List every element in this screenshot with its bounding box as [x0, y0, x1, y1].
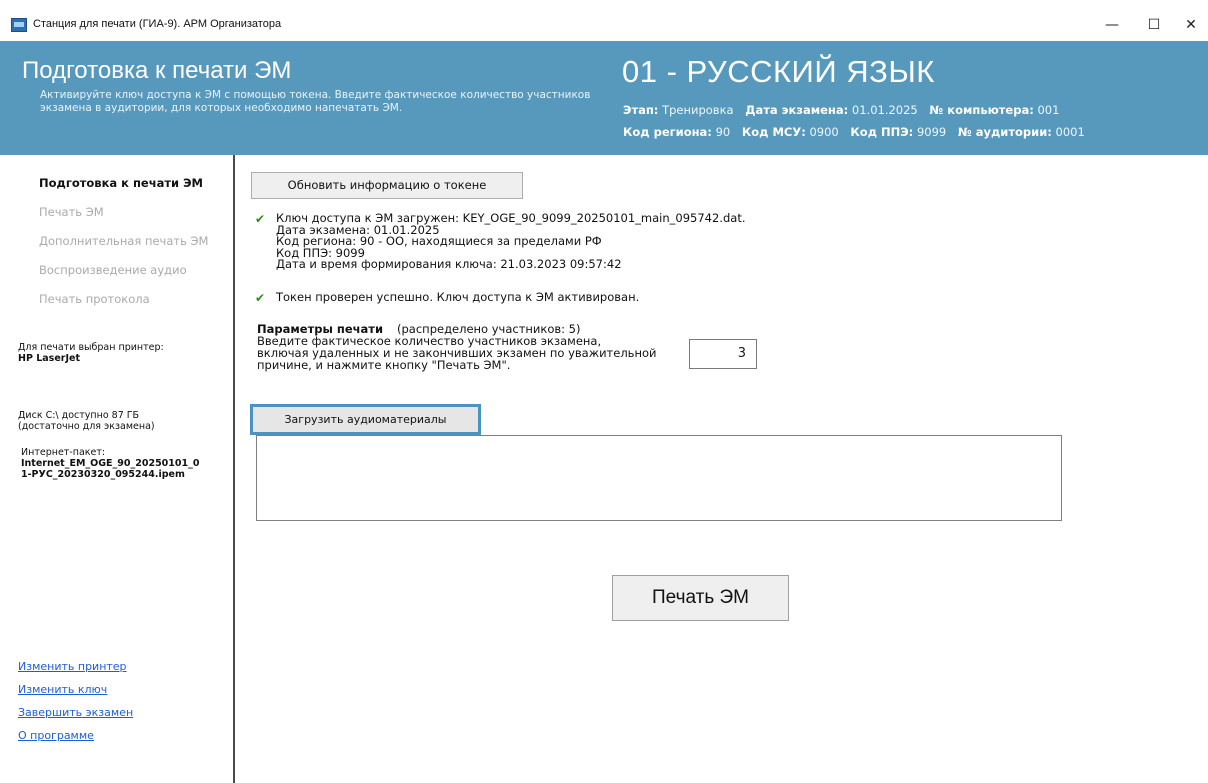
- print-em-button[interactable]: Печать ЭМ: [612, 575, 789, 621]
- stage-value: Тренировка: [662, 103, 734, 117]
- params-instruction: причине, и нажмите кнопку "Печать ЭМ".: [257, 358, 511, 372]
- exam-date-label: Дата экзамена:: [745, 103, 849, 117]
- printer-label: Для печати выбран принтер:: [18, 342, 164, 353]
- region-label: Код региона:: [623, 125, 712, 139]
- page-description-line: экзамена в аудитории, для которых необхо…: [40, 102, 403, 114]
- app-icon: [11, 18, 27, 32]
- package-name-line: Internet_EM_OGE_90_20250101_0: [21, 458, 200, 469]
- checkmark-icon: ✔: [255, 291, 266, 305]
- msu-label: Код МСУ:: [741, 125, 806, 139]
- change-printer-link[interactable]: Изменить принтер: [18, 660, 127, 673]
- key-info: Ключ доступа к ЭМ загружен: KEY_OGE_90_9…: [276, 212, 745, 271]
- window-title: Станция для печати (ГИА-9). АРМ Организа…: [33, 18, 282, 30]
- ppe-value: 9099: [916, 125, 947, 139]
- exam-meta-row-1: Этап: Тренировка Дата экзамена: 01.01.20…: [623, 103, 1067, 117]
- printer-name: HP LaserJet: [18, 353, 80, 364]
- page-description: Активируйте ключ доступа к ЭМ с помощью …: [40, 89, 620, 115]
- token-ok-text: Токен проверен успешно. Ключ доступа к Э…: [276, 290, 640, 304]
- about-link[interactable]: О программе: [18, 729, 94, 742]
- sidebar: Подготовка к печати ЭМ Печать ЭМ Дополни…: [0, 155, 233, 783]
- page-header: Подготовка к печати ЭМ Активируйте ключ …: [0, 41, 1208, 155]
- stage-label: Этап:: [623, 103, 659, 117]
- package-name-line: 1-РУС_20230320_095244.ipem: [21, 469, 185, 480]
- window-titlebar: Станция для печати (ГИА-9). АРМ Организа…: [0, 0, 1208, 40]
- sidebar-item-print: Печать ЭМ: [39, 205, 104, 219]
- finish-exam-link[interactable]: Завершить экзамен: [18, 706, 133, 719]
- change-key-link[interactable]: Изменить ключ: [18, 683, 107, 696]
- disk-status: (достаточно для экзамена): [18, 421, 155, 432]
- sidebar-item-audio-playback: Воспроизведение аудио: [39, 263, 187, 277]
- room-label: № аудитории:: [957, 125, 1052, 139]
- load-audio-button[interactable]: Загрузить аудиоматериалы: [250, 404, 481, 435]
- ppe-label: Код ППЭ:: [850, 125, 914, 139]
- printer-info: Для печати выбран принтер: HP LaserJet: [18, 342, 164, 364]
- maximize-button[interactable]: ☐: [1139, 14, 1169, 36]
- page-title: Подготовка к печати ЭМ: [22, 57, 292, 84]
- print-params: Параметры печати (распределено участников…: [257, 323, 656, 371]
- sidebar-item-print-protocol: Печать протокола: [39, 292, 150, 306]
- participant-count-input[interactable]: 3: [689, 339, 757, 369]
- checkmark-icon: ✔: [255, 212, 266, 226]
- exam-date-value: 01.01.2025: [851, 103, 918, 117]
- refresh-token-button[interactable]: Обновить информацию о токене: [251, 172, 523, 199]
- disk-space: Диск C:\ доступно 87 ГБ: [18, 410, 140, 421]
- package-label: Интернет-пакет:: [21, 447, 106, 458]
- package-info: Интернет-пакет: Internet_EM_OGE_90_20250…: [21, 447, 199, 480]
- room-value: 0001: [1055, 125, 1085, 139]
- minimize-button[interactable]: —: [1097, 14, 1127, 36]
- exam-meta-row-2: Код региона: 90 Код МСУ: 0900 Код ППЭ: 9…: [623, 125, 1093, 139]
- key-created: Дата и время формирования ключа: 21.03.2…: [276, 257, 622, 271]
- msu-value: 0900: [809, 125, 839, 139]
- computer-value: 001: [1037, 103, 1060, 117]
- computer-label: № компьютера:: [929, 103, 1034, 117]
- region-value: 90: [715, 125, 731, 139]
- sidebar-item-prepare-print[interactable]: Подготовка к печати ЭМ: [39, 176, 203, 190]
- disk-info: Диск C:\ доступно 87 ГБ (достаточно для …: [18, 410, 155, 432]
- sidebar-item-extra-print: Дополнительная печать ЭМ: [39, 234, 209, 248]
- sidebar-divider: [233, 155, 235, 783]
- page-description-line: Активируйте ключ доступа к ЭМ с помощью …: [40, 89, 591, 101]
- close-button[interactable]: ✕: [1176, 14, 1206, 36]
- subject-title: 01 - РУССКИЙ ЯЗЫК: [622, 54, 935, 89]
- audio-log-box: [256, 435, 1062, 521]
